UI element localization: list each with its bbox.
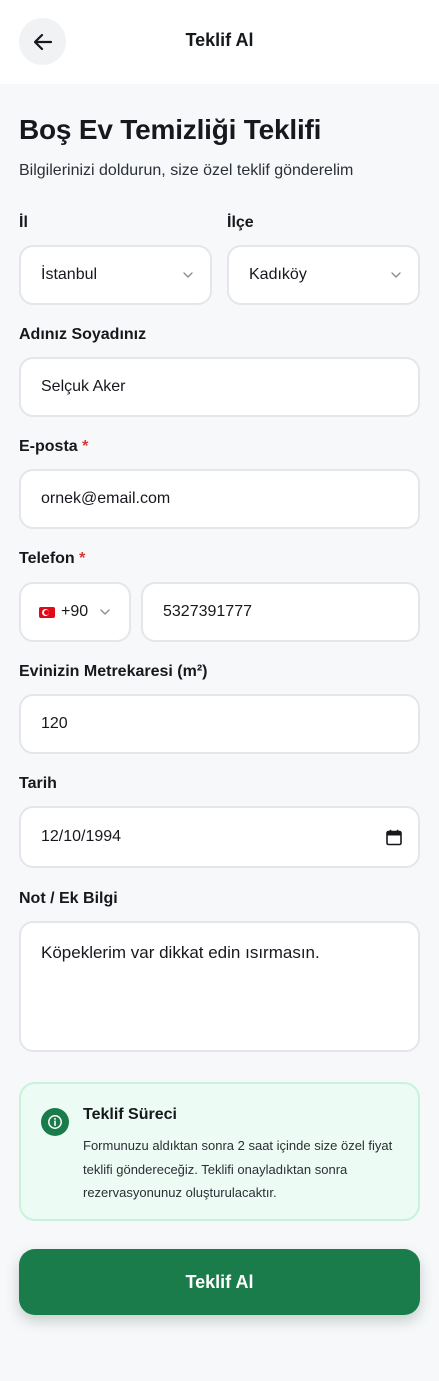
date-input-value: 12/10/1994: [41, 828, 122, 845]
note-textarea-value: Köpeklerim var dikkat edin ısırmasın.: [41, 943, 320, 962]
email-input[interactable]: ornek@email.com: [19, 469, 420, 529]
note-label: Not / Ek Bilgi: [19, 890, 118, 907]
name-input-value: Selçuk Aker: [41, 378, 126, 395]
calendar-icon[interactable]: [386, 829, 402, 846]
note-textarea[interactable]: Köpeklerim var dikkat edin ısırmasın.: [19, 921, 420, 1052]
email-input-value: ornek@email.com: [41, 490, 171, 507]
date-input[interactable]: 12/10/1994: [19, 806, 420, 868]
area-input-value: 120: [41, 715, 68, 732]
ilce-select[interactable]: Kadıköy: [227, 245, 420, 305]
phone-label: Telefon *: [19, 550, 85, 568]
info-box: Teklif Süreci Formunuzu aldıktan sonra 2…: [19, 1082, 420, 1221]
email-label: E-posta *: [19, 438, 88, 456]
header-title: Teklif Al: [185, 30, 254, 50]
phone-label-text: Telefon: [19, 550, 75, 567]
area-input[interactable]: 120: [19, 694, 420, 754]
date-label: Tarih: [19, 775, 57, 792]
required-mark: *: [82, 438, 89, 455]
il-label: İl: [19, 214, 28, 231]
submit-button[interactable]: Teklif Al: [19, 1249, 420, 1315]
required-mark: *: [79, 550, 86, 567]
il-select-value: İstanbul: [41, 266, 98, 283]
il-select[interactable]: İstanbul: [19, 245, 212, 305]
name-input[interactable]: Selçuk Aker: [19, 357, 420, 417]
phone-input[interactable]: 5327391777: [141, 582, 420, 642]
chevron-down-icon: [183, 272, 193, 278]
ilce-label: İlçe: [227, 214, 254, 231]
page-subtitle: Bilgilerinizi doldurun, size özel teklif…: [19, 162, 354, 179]
info-icon: [41, 1108, 69, 1136]
phone-input-value: 5327391777: [163, 603, 252, 620]
area-label: Evinizin Metrekaresi (m²): [19, 663, 208, 680]
turkey-flag-icon: [39, 606, 55, 618]
chevron-down-icon: [100, 609, 110, 615]
name-label: Adınız Soyadınız: [19, 326, 147, 343]
ilce-select-value: Kadıköy: [249, 266, 307, 283]
country-code-value: +90: [61, 603, 89, 620]
top-app-bar: Teklif Al: [0, 0, 439, 84]
info-text: Formunuzu aldıktan sonra 2 saat içinde s…: [83, 1138, 393, 1200]
page-title: Boş Ev Temizliği Teklifi: [19, 114, 322, 145]
info-title: Teklif Süreci: [83, 1106, 177, 1123]
chevron-down-icon: [391, 272, 401, 278]
email-label-text: E-posta: [19, 438, 78, 455]
country-code-select[interactable]: +90: [19, 582, 131, 642]
